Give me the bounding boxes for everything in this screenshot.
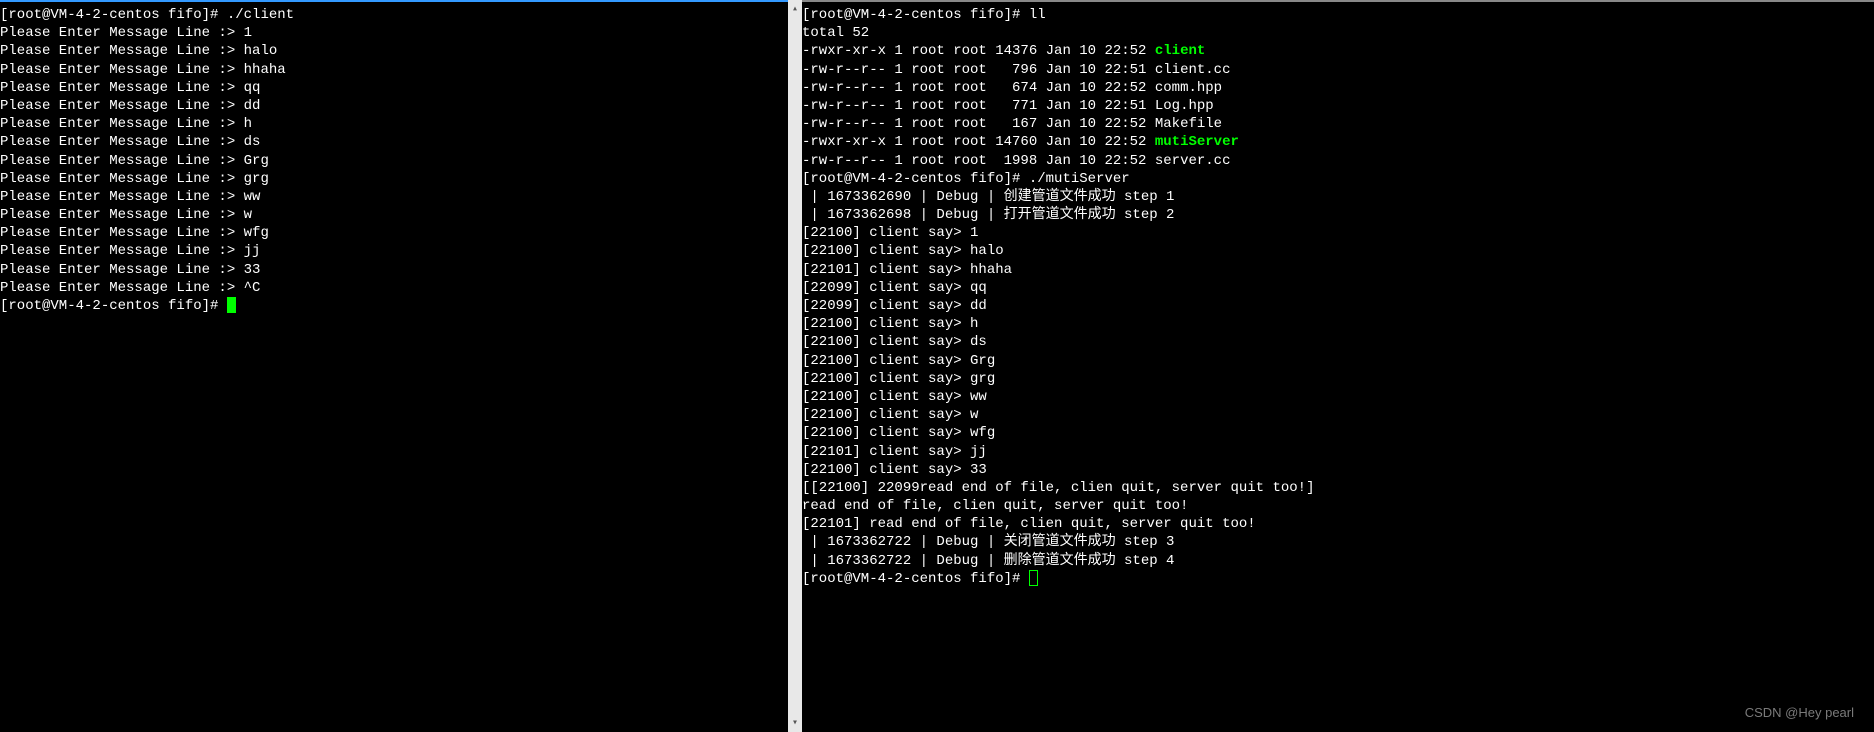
- output-line: Please Enter Message Line :> Grg: [0, 152, 788, 170]
- debug-line: | 1673362722 | Debug | 关闭管道文件成功 step 3: [802, 533, 1874, 551]
- output-line: Please Enter Message Line :> ^C: [0, 279, 788, 297]
- prompt-line: [root@VM-4-2-centos fifo]# ./client: [0, 6, 788, 24]
- output-line: [22099] client say> dd: [802, 297, 1874, 315]
- file-listing-row: -rwxr-xr-x 1 root root 14760 Jan 10 22:5…: [802, 133, 1874, 151]
- output-line: Please Enter Message Line :> 1: [0, 24, 788, 42]
- debug-line: | 1673362722 | Debug | 删除管道文件成功 step 4: [802, 552, 1874, 570]
- output-line: [22100] client say> wfg: [802, 424, 1874, 442]
- output-line: Please Enter Message Line :> ww: [0, 188, 788, 206]
- output-line: [22100] client say> ww: [802, 388, 1874, 406]
- file-name: Makefile: [1155, 116, 1222, 132]
- prompt-line: [root@VM-4-2-centos fifo]#: [802, 570, 1874, 588]
- output-line: [22100] client say> grg: [802, 370, 1874, 388]
- output-line: Please Enter Message Line :> h: [0, 115, 788, 133]
- output-line: read end of file, clien quit, server qui…: [802, 497, 1874, 515]
- output-line: Please Enter Message Line :> hhaha: [0, 61, 788, 79]
- prompt-line: [root@VM-4-2-centos fifo]# ./mutiServer: [802, 170, 1874, 188]
- output-line: total 52: [802, 24, 1874, 42]
- output-line: [22100] client say> w: [802, 406, 1874, 424]
- output-line: [[22100] 22099read end of file, clien qu…: [802, 479, 1874, 497]
- watermark: CSDN @Hey pearl: [1745, 705, 1854, 722]
- output-line: Please Enter Message Line :> grg: [0, 170, 788, 188]
- output-line: Please Enter Message Line :> w: [0, 206, 788, 224]
- terminal-right-pane[interactable]: [root@VM-4-2-centos fifo]# ll total 52 -…: [802, 0, 1874, 732]
- terminal-left-pane[interactable]: [root@VM-4-2-centos fifo]# ./client Plea…: [0, 0, 788, 732]
- output-line: [22100] client say> h: [802, 315, 1874, 333]
- output-line: [22100] client say> Grg: [802, 352, 1874, 370]
- debug-line: | 1673362690 | Debug | 创建管道文件成功 step 1: [802, 188, 1874, 206]
- output-line: [22101] client say> hhaha: [802, 261, 1874, 279]
- cursor-icon: [1029, 570, 1038, 586]
- debug-line: | 1673362698 | Debug | 打开管道文件成功 step 2: [802, 206, 1874, 224]
- file-listing-row: -rwxr-xr-x 1 root root 14376 Jan 10 22:5…: [802, 42, 1874, 60]
- output-line: Please Enter Message Line :> jj: [0, 242, 788, 260]
- file-name: client: [1155, 43, 1205, 59]
- file-listing-row: -rw-r--r-- 1 root root 796 Jan 10 22:51 …: [802, 61, 1874, 79]
- pane-divider[interactable]: ▴ ▾: [788, 0, 802, 732]
- output-line: Please Enter Message Line :> ds: [0, 133, 788, 151]
- cursor-icon: [227, 297, 236, 313]
- file-name: comm.hpp: [1155, 80, 1222, 96]
- output-line: Please Enter Message Line :> wfg: [0, 224, 788, 242]
- output-line: Please Enter Message Line :> qq: [0, 79, 788, 97]
- output-line: Please Enter Message Line :> halo: [0, 42, 788, 60]
- scroll-up-icon[interactable]: ▴: [788, 2, 802, 16]
- file-name: Log.hpp: [1155, 98, 1214, 114]
- output-line: Please Enter Message Line :> dd: [0, 97, 788, 115]
- output-line: Please Enter Message Line :> 33: [0, 261, 788, 279]
- file-name: server.cc: [1155, 153, 1231, 169]
- file-name: client.cc: [1155, 62, 1231, 78]
- output-line: [22101] read end of file, clien quit, se…: [802, 515, 1874, 533]
- output-line: [22100] client say> halo: [802, 242, 1874, 260]
- output-line: [22100] client say> 1: [802, 224, 1874, 242]
- prompt-line: [root@VM-4-2-centos fifo]# ll: [802, 6, 1874, 24]
- output-line: [22099] client say> qq: [802, 279, 1874, 297]
- output-line: [22101] client say> jj: [802, 443, 1874, 461]
- output-line: [22100] client say> ds: [802, 333, 1874, 351]
- file-listing-row: -rw-r--r-- 1 root root 771 Jan 10 22:51 …: [802, 97, 1874, 115]
- output-line: [22100] client say> 33: [802, 461, 1874, 479]
- scroll-down-icon[interactable]: ▾: [788, 716, 802, 730]
- file-listing-row: -rw-r--r-- 1 root root 1998 Jan 10 22:52…: [802, 152, 1874, 170]
- prompt-line: [root@VM-4-2-centos fifo]#: [0, 297, 788, 315]
- file-name: mutiServer: [1155, 134, 1239, 150]
- file-listing-row: -rw-r--r-- 1 root root 167 Jan 10 22:52 …: [802, 115, 1874, 133]
- file-listing-row: -rw-r--r-- 1 root root 674 Jan 10 22:52 …: [802, 79, 1874, 97]
